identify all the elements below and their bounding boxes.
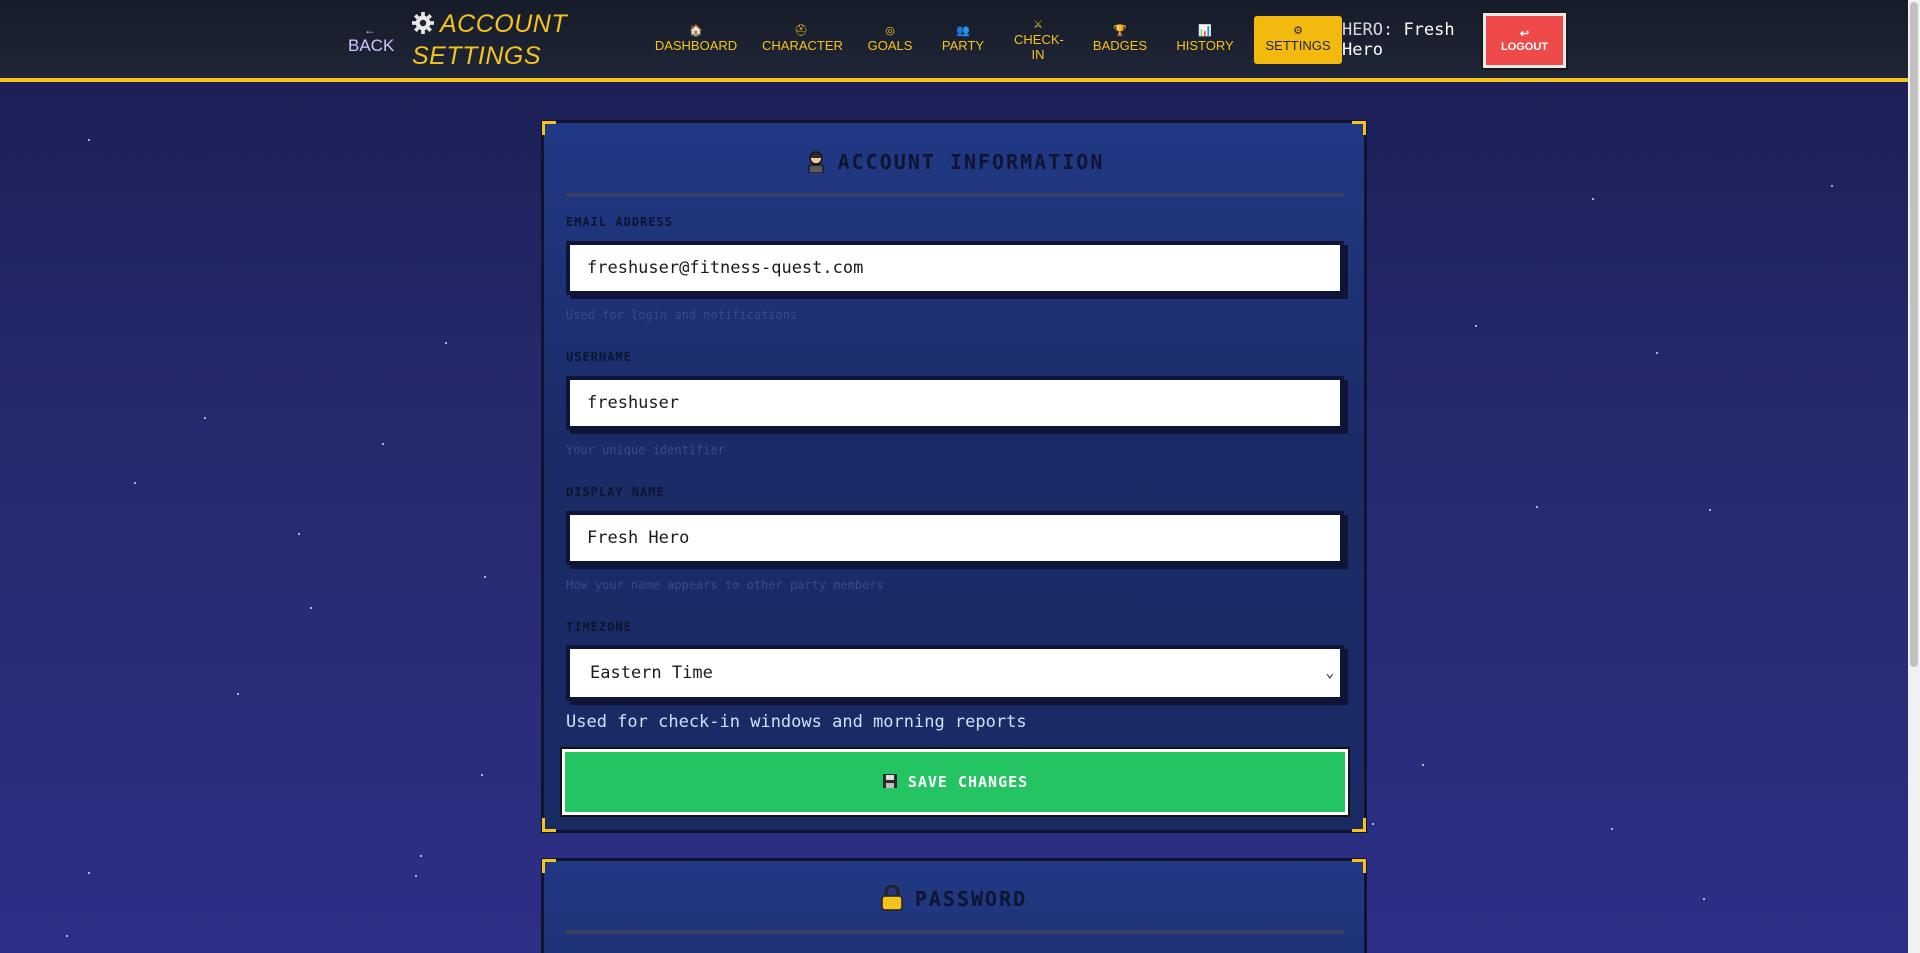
divider: [566, 930, 1344, 934]
floppy-disk-icon: [882, 774, 897, 788]
nav-history[interactable]: 📊 HISTORY: [1174, 16, 1236, 64]
corner-decoration: [1352, 859, 1366, 873]
page-title-text: ACCOUNT SETTINGS: [412, 10, 568, 70]
email-field[interactable]: freshuser@fitness-quest.com: [566, 241, 1344, 295]
timezone-selected-value: Eastern Time: [590, 663, 713, 683]
back-button[interactable]: ← BACK: [348, 24, 395, 55]
back-label: BACK: [348, 35, 395, 55]
nav-check-in[interactable]: ⚔ CHECK-IN: [1014, 16, 1064, 64]
hero-label: HERO:: [1342, 20, 1394, 40]
nav-label: BADGES: [1092, 38, 1148, 53]
password-card: PASSWORD: [541, 858, 1367, 953]
corner-decoration: [1352, 121, 1366, 135]
account-information-card: ACCOUNT INFORMATION EMAIL ADDRESS freshu…: [541, 120, 1367, 833]
gear-icon: [412, 12, 434, 34]
nav-label: SETTINGS: [1265, 38, 1331, 53]
swords-icon: ⚔: [1033, 19, 1043, 31]
save-changes-button[interactable]: SAVE CHANGES: [560, 747, 1350, 817]
username-field[interactable]: freshuser: [566, 376, 1344, 430]
corner-decoration: [542, 859, 556, 873]
save-changes-label: SAVE CHANGES: [907, 773, 1029, 791]
corner-decoration: [542, 818, 556, 832]
nav-label: HISTORY: [1176, 38, 1234, 53]
hat-icon: ⛑: [794, 25, 808, 37]
section-title: PASSWORD: [544, 885, 1364, 911]
nav-badges[interactable]: 🏆 BADGES: [1092, 16, 1148, 64]
display-name-hint: How your name appears to other party mem…: [566, 578, 884, 592]
nav-label: GOALS: [867, 38, 913, 53]
hero-indicator: HERO: Fresh Hero: [1342, 20, 1472, 60]
email-hint: Used for login and notifications: [566, 308, 798, 322]
party-icon: 👥: [956, 25, 970, 37]
username-hint: Your unique identifier: [566, 443, 725, 457]
logout-icon: ↩: [1519, 28, 1530, 40]
corner-decoration: [542, 121, 556, 135]
nav-party[interactable]: 👥 PARTY: [940, 16, 986, 64]
trophy-icon: 🏆: [1113, 25, 1127, 37]
display-name-field[interactable]: Fresh Hero: [566, 511, 1344, 565]
email-label: EMAIL ADDRESS: [566, 215, 673, 229]
timezone-label: TIMEZONE: [566, 620, 632, 634]
lock-icon: [881, 885, 903, 911]
timezone-select[interactable]: Eastern Time ⌄: [566, 645, 1344, 701]
page-title: ACCOUNT SETTINGS: [412, 8, 602, 72]
corner-decoration: [1352, 818, 1366, 832]
gear-icon: ⚙: [1293, 25, 1303, 37]
nav-goals[interactable]: ◎ GOALS: [866, 16, 914, 64]
chart-icon: 📊: [1198, 25, 1212, 37]
scrollbar-thumb[interactable]: [1910, 2, 1918, 667]
page-scrollbar[interactable]: [1908, 0, 1920, 953]
nav-character[interactable]: ⛑ CHARACTER: [762, 16, 843, 64]
user-icon: [808, 151, 824, 173]
divider: [566, 193, 1344, 197]
logout-button[interactable]: ↩ LOGOUT: [1481, 11, 1568, 70]
top-navbar: ← BACK ACCOUNT SETTINGS 🏠 DASHBOARD ⛑ CH…: [0, 0, 1908, 82]
logout-label: LOGOUT: [1500, 41, 1549, 53]
display-name-label: DISPLAY NAME: [566, 485, 665, 499]
section-title-text: PASSWORD: [914, 887, 1028, 911]
chevron-down-icon: ⌄: [1325, 665, 1334, 681]
nav-label: DASHBOARD: [654, 38, 738, 53]
target-icon: ◎: [885, 25, 895, 37]
nav-label: CHARACTER: [762, 38, 843, 53]
section-title-text: ACCOUNT INFORMATION: [837, 150, 1105, 174]
nav-settings[interactable]: ⚙ SETTINGS: [1254, 16, 1342, 64]
section-title: ACCOUNT INFORMATION: [544, 149, 1364, 174]
username-label: USERNAME: [566, 350, 632, 364]
nav-label: PARTY: [941, 38, 985, 53]
nav-label: CHECK-IN: [1014, 32, 1064, 62]
timezone-hint: Used for check-in windows and morning re…: [566, 712, 1027, 732]
nav-dashboard[interactable]: 🏠 DASHBOARD: [652, 16, 740, 64]
home-icon: 🏠: [689, 25, 703, 37]
